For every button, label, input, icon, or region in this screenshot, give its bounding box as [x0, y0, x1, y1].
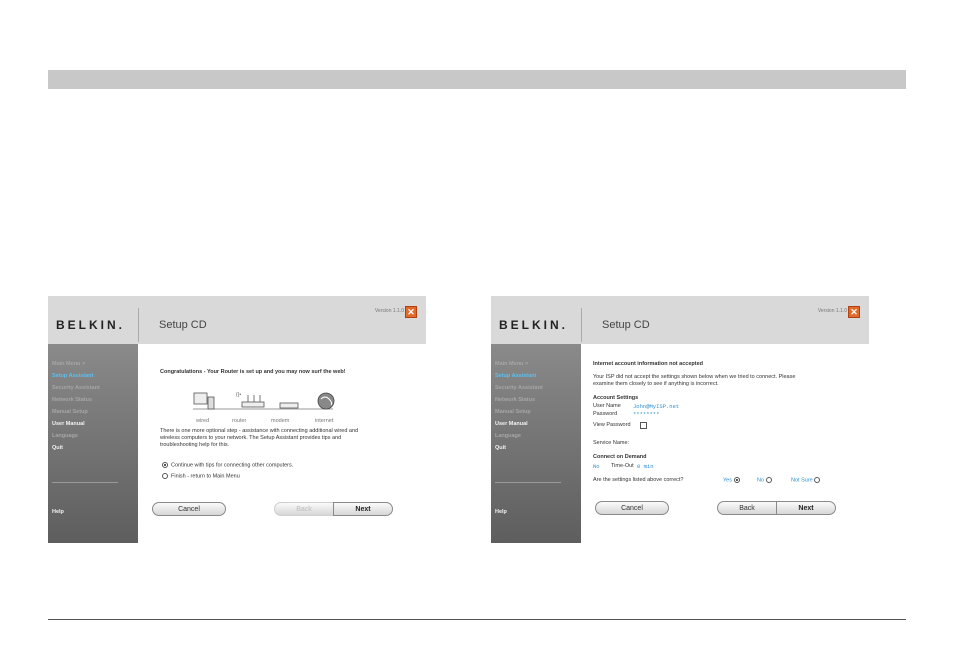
- confirm-question: Are the settings listed above correct?: [593, 477, 684, 483]
- router-icon: [241, 401, 265, 408]
- version-label: Version 1.1.0: [817, 308, 847, 314]
- success-headline: Congratulations - Your Router is set up …: [160, 369, 346, 375]
- belkin-logo: BELKIN.: [56, 318, 125, 332]
- sidebar-item-setup-assistant[interactable]: Setup Assistant: [52, 373, 93, 379]
- radio-continue[interactable]: [162, 462, 168, 468]
- option-continue[interactable]: Continue with tips for connecting other …: [162, 462, 293, 468]
- page-header-bar: [48, 70, 906, 89]
- sidebar-item-language[interactable]: Language: [52, 433, 78, 439]
- footer-rule: [48, 619, 906, 620]
- diagram-label-router: router: [232, 418, 247, 424]
- sidebar-item-main-menu[interactable]: Main Menu >: [52, 361, 85, 367]
- password-value: ********: [633, 411, 660, 418]
- timeout-value: 0 min: [637, 463, 654, 470]
- close-button[interactable]: ✕: [848, 306, 860, 318]
- belkin-logo: BELKIN.: [499, 318, 568, 332]
- view-password-label: View Password: [593, 422, 631, 428]
- next-button[interactable]: Next: [776, 501, 836, 515]
- timeout-label: Time-Out: [611, 463, 634, 469]
- body-line-3: troubleshooting help for this.: [160, 442, 230, 448]
- content-area: Internet account information not accepte…: [581, 344, 869, 543]
- sidebar-item-user-manual[interactable]: User Manual: [495, 421, 528, 427]
- service-name-label: Service Name:: [593, 440, 630, 446]
- sidebar-item-setup-assistant[interactable]: Setup Assistant: [495, 373, 536, 379]
- sidebar-divider: [495, 482, 561, 483]
- body-line-2: examine them closely to see if anything …: [593, 381, 719, 387]
- sidebar-item-main-menu[interactable]: Main Menu >: [495, 361, 528, 367]
- sidebar-item-security-assistant[interactable]: Security Assistant: [495, 385, 543, 391]
- cancel-button[interactable]: Cancel: [595, 501, 669, 515]
- radio-finish[interactable]: [162, 473, 168, 479]
- sidebar-item-quit[interactable]: Quit: [495, 445, 506, 451]
- setup-window-account-error: BELKIN. Setup CD Version 1.1.0 ✕ Main Me…: [491, 296, 869, 543]
- sidebar-item-help[interactable]: Help: [495, 509, 507, 515]
- sidebar-item-manual-setup[interactable]: Manual Setup: [52, 409, 88, 415]
- answer-no-label: No: [757, 477, 765, 484]
- password-label: Password: [593, 411, 618, 417]
- svg-text:((•: ((•: [236, 392, 241, 398]
- body-line-1: There is one more optional step - assist…: [160, 428, 359, 434]
- back-button[interactable]: Back: [274, 502, 334, 516]
- answer-yes[interactable]: Yes: [723, 477, 743, 483]
- nav-button-group: Back Next: [717, 501, 837, 516]
- back-button[interactable]: Back: [717, 501, 777, 515]
- content-area: Congratulations - Your Router is set up …: [138, 344, 426, 543]
- modem-icon: [279, 402, 299, 409]
- body-line-1: Your ISP did not accept the settings sho…: [593, 374, 796, 380]
- sidebar-item-network-status[interactable]: Network Status: [495, 397, 535, 403]
- radio-yes[interactable]: [733, 477, 740, 483]
- window-title: Setup CD: [159, 319, 207, 331]
- diagram-label-wired: wired: [196, 418, 210, 424]
- option-finish-label: Finish - return to Main Menu: [171, 473, 240, 480]
- sidebar-item-quit[interactable]: Quit: [52, 445, 63, 451]
- version-label: Version 1.1.0: [374, 308, 404, 314]
- option-finish[interactable]: Finish - return to Main Menu: [162, 473, 240, 479]
- user-name-label: User Name: [593, 403, 621, 409]
- cancel-button[interactable]: Cancel: [152, 502, 226, 516]
- sidebar: Main Menu > Setup Assistant Security Ass…: [491, 344, 581, 543]
- option-continue-label: Continue with tips for connecting other …: [171, 462, 294, 469]
- diagram-label-internet: internet: [315, 418, 334, 424]
- radio-no[interactable]: [765, 477, 772, 483]
- sidebar-item-language[interactable]: Language: [495, 433, 521, 439]
- answer-no[interactable]: No: [757, 477, 775, 483]
- sidebar-item-security-assistant[interactable]: Security Assistant: [52, 385, 100, 391]
- close-button[interactable]: ✕: [405, 306, 417, 318]
- answer-not-sure-label: Not Sure: [791, 477, 813, 484]
- nav-button-group: Back Next: [274, 502, 394, 517]
- sidebar-item-help[interactable]: Help: [52, 509, 64, 515]
- connect-on-demand-value: No: [593, 463, 600, 470]
- view-password-checkbox[interactable]: [640, 422, 647, 429]
- computer-icon: [193, 392, 208, 405]
- setup-window-congratulations: BELKIN. Setup CD Version 1.1.0 ✕ Main Me…: [48, 296, 426, 543]
- sidebar: Main Menu > Setup Assistant Security Ass…: [48, 344, 138, 543]
- body-line-2: wireless computers to your network. The …: [160, 435, 342, 441]
- globe-icon: [317, 392, 335, 410]
- sidebar-item-user-manual[interactable]: User Manual: [52, 421, 85, 427]
- radio-not-sure[interactable]: [814, 477, 821, 483]
- window-header: BELKIN. Setup CD Version 1.1.0 ✕: [491, 296, 869, 344]
- answer-yes-label: Yes: [723, 477, 732, 484]
- diagram-label-modem: modem: [271, 418, 290, 424]
- error-headline: Internet account information not accepte…: [593, 361, 704, 367]
- user-name-value: John@MyISP.net: [633, 403, 680, 410]
- header-divider: [581, 308, 582, 342]
- sidebar-item-network-status[interactable]: Network Status: [52, 397, 92, 403]
- next-button[interactable]: Next: [333, 502, 393, 516]
- answer-not-sure[interactable]: Not Sure: [791, 477, 823, 483]
- connect-on-demand-heading: Connect on Demand: [593, 454, 647, 460]
- account-settings-heading: Account Settings: [593, 395, 639, 401]
- sidebar-item-manual-setup[interactable]: Manual Setup: [495, 409, 531, 415]
- window-header: BELKIN. Setup CD Version 1.1.0 ✕: [48, 296, 426, 344]
- sidebar-divider: [52, 482, 118, 483]
- header-divider: [138, 308, 139, 342]
- window-title: Setup CD: [602, 319, 650, 331]
